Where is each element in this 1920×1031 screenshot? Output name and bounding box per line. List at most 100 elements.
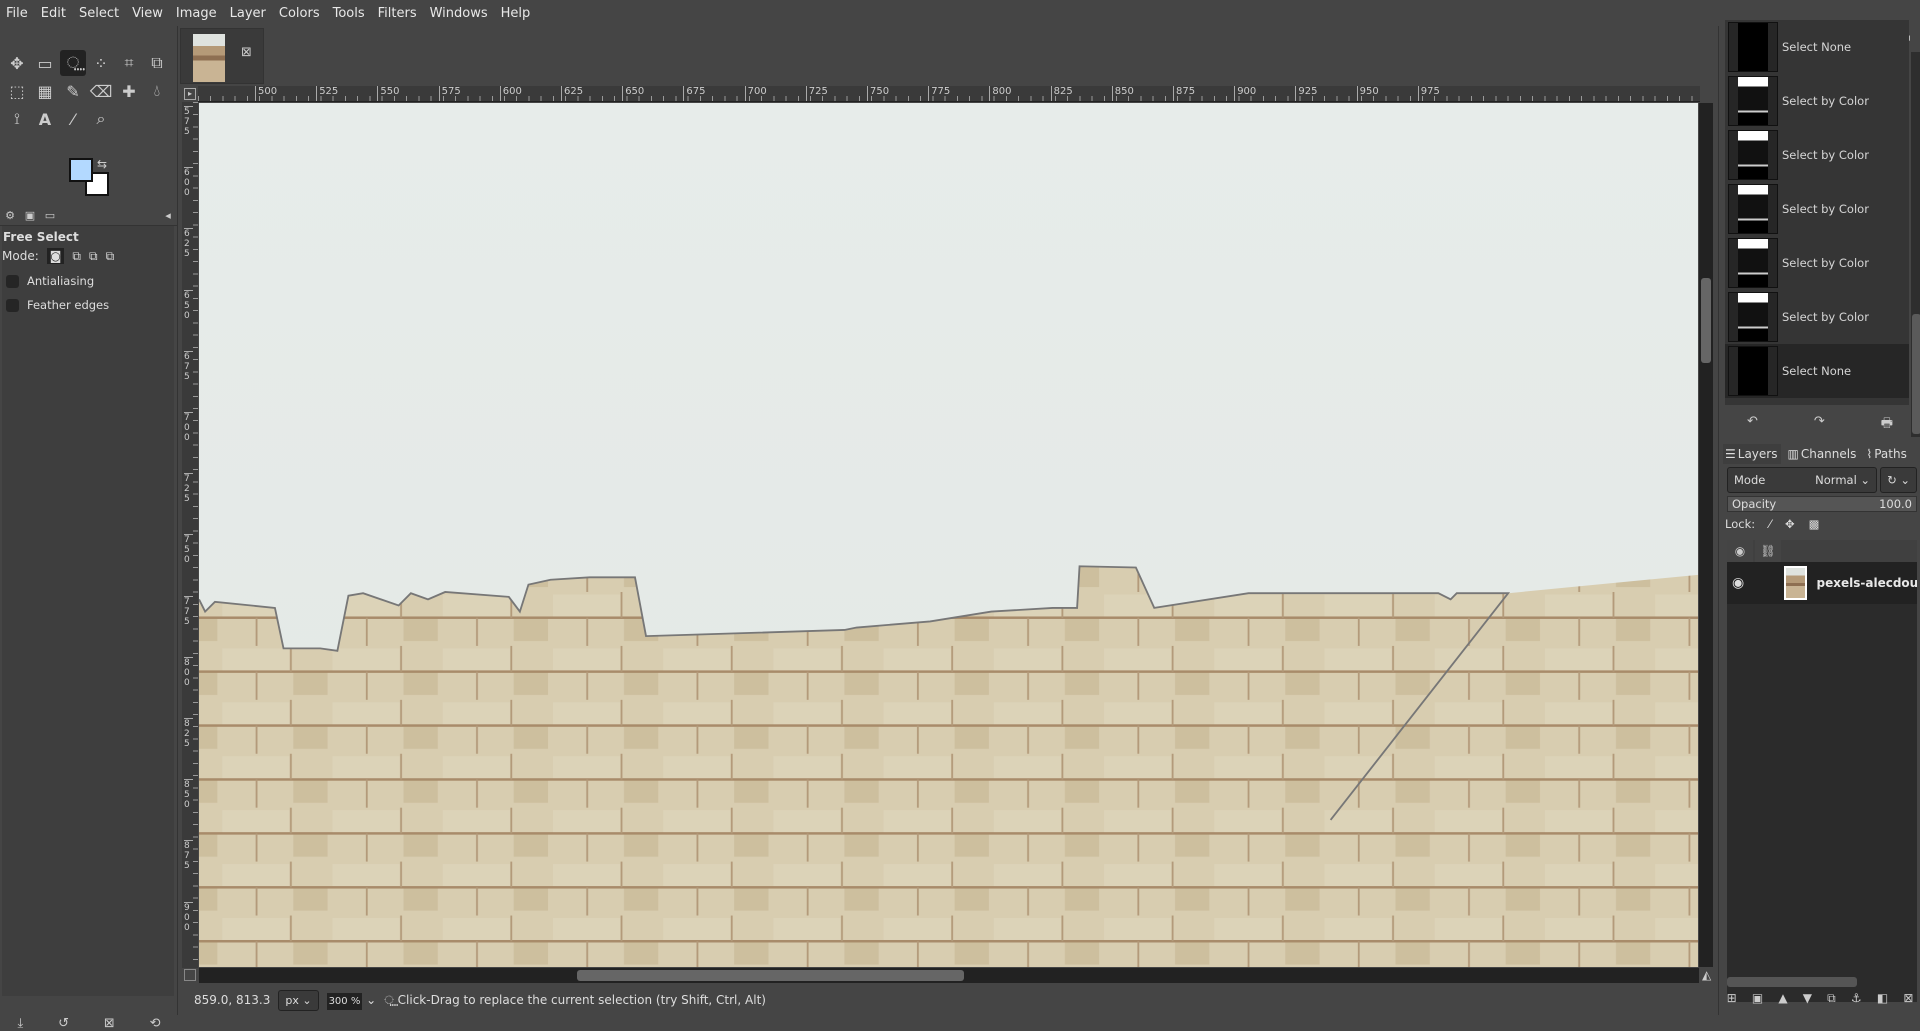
- lock-alpha-icon[interactable]: ▩: [1809, 517, 1820, 531]
- device-status-tab[interactable]: ▭: [40, 204, 60, 226]
- lock-position-icon[interactable]: ✥: [1785, 517, 1795, 531]
- menu-tools[interactable]: Tools: [333, 6, 365, 21]
- eye-icon[interactable]: ◉: [1732, 575, 1744, 591]
- menu-view[interactable]: View: [132, 6, 163, 21]
- vertical-scrollbar[interactable]: [1699, 103, 1713, 967]
- menu-filters[interactable]: Filters: [378, 6, 417, 21]
- free-select-tool-icon[interactable]: ⵿: [60, 50, 86, 76]
- image-tab[interactable]: ⊠: [180, 28, 264, 84]
- restore-icon[interactable]: ↺: [58, 1016, 69, 1031]
- reset-icon[interactable]: ⟲: [150, 1016, 161, 1031]
- history-item[interactable]: Select None: [1725, 20, 1909, 74]
- delete-icon[interactable]: ⊠: [104, 1016, 115, 1031]
- move-tool-icon[interactable]: ✥: [4, 50, 30, 76]
- save-preset-icon[interactable]: ⤓: [17, 1016, 23, 1031]
- menu-colors[interactable]: Colors: [279, 6, 320, 21]
- anchor-layer-icon[interactable]: ⚓︎: [1851, 991, 1862, 1006]
- gradient-tool-icon[interactable]: ▦: [32, 78, 58, 104]
- feather-edges-checkbox[interactable]: Feather edges: [6, 298, 174, 312]
- lower-layer-icon[interactable]: ▼: [1803, 991, 1812, 1006]
- antialiasing-checkbox[interactable]: Antialiasing: [6, 274, 174, 288]
- opacity-label: Opacity: [1732, 497, 1777, 511]
- crop-tool-icon[interactable]: ⌗: [116, 50, 142, 76]
- heal-tool-icon[interactable]: ✚: [116, 78, 142, 104]
- tab-channels[interactable]: ▥ Channels: [1785, 444, 1860, 464]
- paths-tool-icon[interactable]: ⟟: [4, 106, 30, 132]
- zoom-value[interactable]: 300 %: [326, 993, 363, 1010]
- horizontal-ruler[interactable]: 500 525 550 575 600 625 650 675 700 725 750 775 800 8…: [198, 86, 1700, 102]
- quick-mask-toggle[interactable]: [184, 969, 196, 981]
- history-buttons: ↶ ↷ 🖶︎: [1719, 414, 1920, 436]
- opacity-slider[interactable]: Opacity 100.0: [1727, 496, 1917, 512]
- perspective-tool-icon[interactable]: ⧉: [144, 50, 170, 76]
- new-layer-group-icon[interactable]: ⊞: [1727, 991, 1737, 1006]
- history-item[interactable]: Select by Color: [1725, 182, 1909, 236]
- unit-select[interactable]: px ⌄: [278, 989, 319, 1011]
- raise-layer-icon[interactable]: ▲: [1778, 991, 1787, 1006]
- vertical-ruler[interactable]: 575 600 625 650 675 700 725 750 775 800 825 850 875 9…: [182, 102, 198, 968]
- images-tab[interactable]: ▣: [20, 204, 40, 226]
- mask-layer-icon[interactable]: ◧: [1877, 991, 1888, 1006]
- menu-select[interactable]: Select: [79, 6, 119, 21]
- tab-paths[interactable]: ⌇ Paths: [1864, 444, 1910, 464]
- history-scrollbar[interactable]: [1911, 52, 1920, 437]
- ruler-label: 625: [184, 228, 193, 259]
- layer-row[interactable]: ◉ pexels-alecdoua: [1727, 562, 1917, 604]
- fuzzy-select-tool-icon[interactable]: ⁘: [88, 50, 114, 76]
- zoom-select[interactable]: 300 % ⌄: [326, 993, 376, 1010]
- undo-history-list: Select None Select by Color Select by Colo…: [1725, 20, 1909, 405]
- mode-intersect-icon[interactable]: ⧉: [106, 249, 115, 264]
- layers-scrollbar[interactable]: [1727, 977, 1857, 987]
- color-picker-tool-icon[interactable]: ⁄: [60, 106, 86, 132]
- menu-help[interactable]: Help: [501, 6, 531, 21]
- mode-subtract-icon[interactable]: ⧉: [89, 249, 98, 264]
- panel-menu-icon[interactable]: ◂: [158, 204, 178, 226]
- history-thumbnail: [1728, 292, 1778, 342]
- menu-image[interactable]: Image: [176, 6, 217, 21]
- history-item[interactable]: Select None: [1725, 344, 1909, 398]
- smudge-tool-icon[interactable]: 💧︎: [144, 78, 170, 104]
- lock-pixels-icon[interactable]: ⁄: [1769, 517, 1771, 531]
- image-canvas[interactable]: [199, 103, 1698, 967]
- horizontal-scrollbar[interactable]: [199, 968, 1699, 983]
- mode-add-icon[interactable]: ⧉: [72, 249, 81, 264]
- layer-name[interactable]: pexels-alecdoua: [1817, 576, 1917, 590]
- composite-mode-select[interactable]: ↻ ⌄: [1880, 467, 1917, 493]
- mode-replace-icon[interactable]: ◙: [46, 248, 65, 264]
- tool-options-title: Free Select: [3, 230, 79, 244]
- new-layer-icon[interactable]: ▣: [1752, 991, 1763, 1006]
- pencil-tool-icon[interactable]: ✎: [60, 78, 86, 104]
- tool-options-tab[interactable]: ⚙: [0, 204, 20, 226]
- menu-windows[interactable]: Windows: [430, 6, 488, 21]
- undo-icon[interactable]: ↶: [1747, 414, 1758, 436]
- history-label: Select by Color: [1782, 94, 1869, 108]
- rect-select-tool-icon[interactable]: ▭: [32, 50, 58, 76]
- navigate-icon[interactable]: ◭: [1702, 968, 1711, 982]
- duplicate-layer-icon[interactable]: ⧉: [1827, 991, 1836, 1006]
- history-item[interactable]: Select by Color: [1725, 236, 1909, 290]
- history-item[interactable]: Select by Color: [1725, 290, 1909, 344]
- swap-colors-icon[interactable]: ⇆: [97, 157, 107, 171]
- tab-layers[interactable]: ☰ Layers: [1723, 444, 1782, 464]
- foreground-color-swatch[interactable]: [69, 158, 93, 182]
- ruler-label: 650: [622, 86, 644, 101]
- eraser-tool-icon[interactable]: ⌫: [88, 78, 114, 104]
- history-label: Select None: [1782, 40, 1852, 54]
- history-item[interactable]: Select by Color: [1725, 128, 1909, 182]
- ruler-label: 825: [184, 718, 193, 749]
- layer-mode-select[interactable]: Mode Normal ⌄: [1727, 467, 1878, 493]
- text-tool-icon[interactable]: A: [32, 106, 58, 132]
- menu-edit[interactable]: Edit: [41, 6, 66, 21]
- clear-history-icon[interactable]: 🖶︎: [1881, 414, 1893, 436]
- redo-icon[interactable]: ↷: [1814, 414, 1825, 436]
- transform-tool-icon[interactable]: ⬚: [4, 78, 30, 104]
- wall-image: [199, 566, 1698, 967]
- menu-file[interactable]: File: [6, 6, 28, 21]
- menu-arrow-icon[interactable]: ▸: [184, 88, 196, 100]
- menu-layer[interactable]: Layer: [230, 6, 266, 21]
- history-item[interactable]: Select by Color: [1725, 74, 1909, 128]
- close-tab-icon[interactable]: ⊠: [241, 45, 252, 60]
- delete-layer-icon[interactable]: ⊠: [1903, 991, 1913, 1006]
- zoom-tool-icon[interactable]: ⌕: [88, 106, 114, 132]
- opacity-value[interactable]: 100.0: [1879, 497, 1912, 511]
